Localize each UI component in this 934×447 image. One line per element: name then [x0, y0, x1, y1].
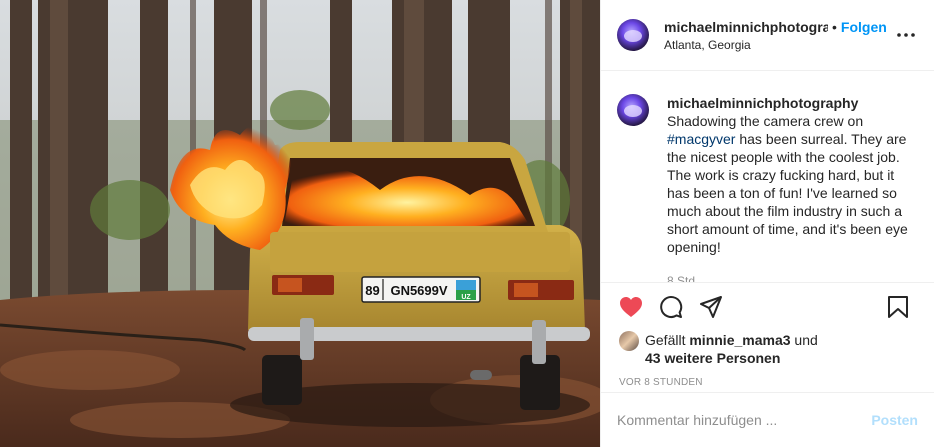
- liker-avatar[interactable]: [619, 331, 639, 351]
- comment-bar: Posten: [601, 392, 934, 447]
- comment-icon: [660, 296, 683, 318]
- caption-hashtag[interactable]: #macgyver: [667, 131, 735, 147]
- likes-prefix: Gefällt: [645, 332, 690, 348]
- author-line: michaelminnichphotograp • Folgen: [664, 19, 894, 35]
- plate-number: GN5699V: [390, 283, 447, 298]
- comment-input[interactable]: [617, 412, 872, 428]
- ellipsis-icon: [897, 33, 915, 37]
- author-username[interactable]: michaelminnichphotograp: [664, 19, 828, 35]
- plate-country: UZ: [461, 294, 471, 301]
- instagram-post: 89 GN5699V UZ michaelminnichphotograp • …: [0, 0, 934, 447]
- caption-text-end: has been surreal. They are the nicest pe…: [667, 131, 908, 255]
- likes-text: Gefällt minnie_mama3 und 43 weitere Pers…: [645, 331, 818, 367]
- paper-plane-icon: [700, 296, 722, 318]
- caption-username[interactable]: michaelminnichphotography: [667, 94, 918, 112]
- post-header: michaelminnichphotograp • Folgen Atlanta…: [601, 0, 934, 71]
- liker-username[interactable]: minnie_mama3: [689, 332, 790, 348]
- share-button[interactable]: [691, 289, 731, 325]
- post-comment-button[interactable]: Posten: [871, 412, 918, 428]
- author-info: michaelminnichphotograp • Folgen Atlanta…: [664, 19, 894, 52]
- caption-text-start: Shadowing the camera crew on: [667, 113, 864, 129]
- heart-filled-icon: [620, 297, 642, 317]
- follow-button[interactable]: Folgen: [841, 19, 887, 35]
- comment-button[interactable]: [651, 289, 691, 325]
- caption: michaelminnichphotography Shadowing the …: [667, 94, 918, 282]
- author-avatar[interactable]: [617, 19, 649, 51]
- license-plate: 89 GN5699V UZ: [361, 276, 481, 303]
- car-on-fire-photo: 89 GN5699V UZ: [0, 0, 600, 447]
- post-photo[interactable]: 89 GN5699V UZ: [0, 0, 600, 447]
- action-row: [611, 289, 918, 325]
- caption-time: 8 Std.: [667, 274, 699, 282]
- like-button[interactable]: [611, 289, 651, 325]
- caption-avatar[interactable]: [617, 94, 649, 126]
- post-timestamp[interactable]: VOR 8 STUNDEN: [611, 377, 918, 388]
- caption-area: michaelminnichphotography Shadowing the …: [601, 72, 934, 282]
- more-options-icon[interactable]: [894, 23, 918, 47]
- post-actions: Gefällt minnie_mama3 und 43 weitere Pers…: [601, 282, 934, 388]
- save-button[interactable]: [878, 289, 918, 325]
- post-location[interactable]: Atlanta, Georgia: [664, 38, 894, 52]
- post-side-panel: michaelminnichphotograp • Folgen Atlanta…: [600, 0, 934, 447]
- likes-others-link[interactable]: 43 weitere Personen: [645, 350, 780, 366]
- bookmark-icon: [888, 296, 908, 318]
- likes-summary: Gefällt minnie_mama3 und 43 weitere Pers…: [611, 331, 918, 367]
- plate-code: 89: [365, 283, 379, 298]
- likes-conjunction: und: [790, 332, 818, 348]
- separator-dot: •: [832, 18, 837, 35]
